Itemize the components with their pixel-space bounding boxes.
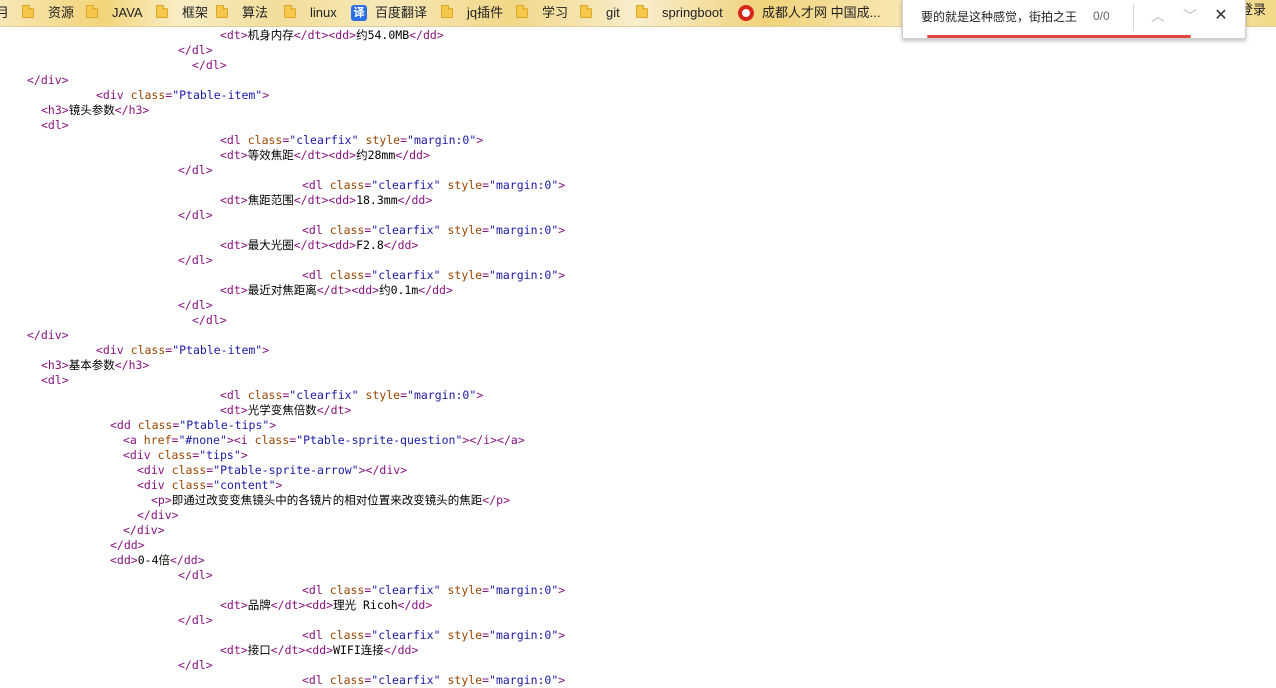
source-line: <dd>0-4倍</dd>	[110, 553, 205, 567]
source-line: <h3>基本参数</h3>	[41, 358, 150, 372]
source-line: <p>即通过改变变焦镜头中的各镜片的相对位置来改变镜头的焦距</p>	[151, 493, 511, 507]
bookmark-folder-java[interactable]: JAVA	[86, 0, 143, 26]
source-line: </dl>	[178, 568, 213, 582]
source-line: </dl>	[192, 313, 227, 327]
source-line: <div class="Ptable-item">	[96, 88, 270, 102]
source-line: </dl>	[178, 298, 213, 312]
source-line: <dl class="clearfix" style="margin:0">	[302, 268, 566, 282]
source-line: </dl>	[178, 253, 213, 267]
bookmark-folder-linux[interactable]: linux	[284, 0, 337, 26]
source-line: <dl class="clearfix" style="margin:0">	[302, 628, 566, 642]
source-line: </div>	[27, 328, 69, 342]
source-line: <dl class="clearfix" style="margin:0">	[220, 133, 484, 147]
source-line: <dl class="clearfix" style="margin:0">	[302, 178, 566, 192]
bookmark-label: 资源	[48, 5, 75, 20]
close-icon: ✕	[1214, 7, 1228, 24]
bookmark-baidu-translate[interactable]: 译 百度翻译	[351, 0, 427, 26]
source-line: <h3>镜头参数</h3>	[41, 103, 150, 117]
bookmark-folder-frameworks[interactable]: 框架	[156, 0, 208, 26]
source-line: <div class="Ptable-item">	[96, 343, 270, 357]
find-bar: 0/0 ︿ ﹀ ✕	[902, 0, 1246, 39]
rencai-logo-icon	[738, 5, 754, 21]
bookmark-chengdu-rencai[interactable]: 成都人才网 中国成...	[738, 0, 880, 26]
bookmark-item-month[interactable]: 月	[0, 0, 9, 26]
find-next-button[interactable]: ﹀	[1179, 5, 1201, 27]
source-line: <dt>最大光圈</dt><dd>F2.8</dd>	[220, 238, 419, 252]
bookmark-folder-springboot[interactable]: springboot	[636, 0, 723, 26]
folder-icon	[636, 5, 648, 18]
source-line: </dl>	[178, 43, 213, 57]
source-line: </div>	[123, 523, 165, 537]
folder-icon	[22, 5, 34, 18]
bookmark-label: springboot	[662, 5, 723, 20]
source-line: <a href="#none"><i class="Ptable-sprite-…	[123, 433, 525, 447]
source-line: <dl class="clearfix" style="margin:0">	[302, 223, 566, 237]
bookmark-folder-resources[interactable]: 资源	[22, 0, 74, 26]
find-previous-button[interactable]: ︿	[1147, 5, 1169, 27]
source-line: </dl>	[178, 163, 213, 177]
source-line: </div>	[137, 508, 179, 522]
source-line: <dl>	[41, 373, 69, 387]
source-line: </dd>	[110, 538, 145, 552]
chevron-up-icon: ︿	[1151, 8, 1165, 24]
source-line: <div class="Ptable-sprite-arrow"></div>	[137, 463, 408, 477]
source-line: </dl>	[178, 208, 213, 222]
bookmark-label: git	[606, 5, 620, 20]
source-line: <dl class="clearfix" style="margin:0">	[302, 583, 566, 597]
source-line: <dt>等效焦距</dt><dd>约28mm</dd>	[220, 148, 430, 162]
bookmark-label: 百度翻译	[375, 5, 428, 20]
source-line: <dl class="clearfix" style="margin:0">	[220, 388, 484, 402]
bookmark-label: linux	[310, 5, 337, 20]
folder-icon	[516, 5, 528, 18]
bookmark-folder-study[interactable]: 学习	[516, 0, 568, 26]
bookmark-label: 学习	[542, 5, 569, 20]
source-line: <dd class="Ptable-tips">	[110, 418, 277, 432]
bookmark-label: 成都人才网 中国成...	[762, 5, 881, 20]
bookmark-label: 月	[0, 3, 9, 23]
bookmark-folder-jq-plugins[interactable]: jq插件	[441, 0, 503, 26]
folder-icon	[156, 5, 168, 18]
translate-icon: 译	[351, 5, 367, 21]
bookmark-label: jq插件	[467, 5, 504, 20]
source-line: </div>	[27, 73, 69, 87]
chevron-down-icon: ﹀	[1183, 8, 1197, 24]
find-close-button[interactable]: ✕	[1210, 5, 1232, 27]
folder-icon	[284, 5, 296, 18]
source-line: <dt>最近对焦距离</dt><dd>约0.1m</dd>	[220, 283, 453, 297]
source-line: </dl>	[192, 58, 227, 72]
source-line: <dt>焦距范围</dt><dd>18.3mm</dd>	[220, 193, 433, 207]
bookmark-folder-git[interactable]: git	[580, 0, 620, 26]
source-line: </dl>	[178, 658, 213, 672]
find-input[interactable]	[917, 6, 1095, 26]
find-input-underline	[927, 35, 1191, 38]
find-separator	[1133, 4, 1134, 30]
folder-icon	[86, 5, 98, 18]
page-source-view: <dt>机身内存</dt><dd>约54.0MB</dd> </dl> </dl> <…	[0, 27, 1276, 687]
source-line: <div class="content">	[137, 478, 283, 492]
source-line: <dl>	[41, 118, 69, 132]
folder-icon	[580, 5, 592, 18]
source-line: </dl>	[178, 613, 213, 627]
source-line: <dt>品牌</dt><dd>理光 Ricoh</dd>	[220, 598, 433, 612]
bookmark-label: 算法	[242, 5, 269, 20]
folder-icon	[441, 5, 453, 18]
source-line: <div class="tips">	[123, 448, 248, 462]
source-line: <dt>光学变焦倍数</dt>	[220, 403, 352, 417]
source-line: <dt>接口</dt><dd>WIFI连接</dd>	[220, 643, 419, 657]
bookmark-label: 框架	[182, 5, 209, 20]
bookmark-folder-algorithms[interactable]: 算法	[216, 0, 268, 26]
find-match-count: 0/0	[1093, 9, 1110, 23]
folder-icon	[216, 5, 228, 18]
bookmark-label: JAVA	[112, 5, 143, 20]
source-line: <dt>机身内存</dt><dd>约54.0MB</dd>	[220, 28, 444, 42]
